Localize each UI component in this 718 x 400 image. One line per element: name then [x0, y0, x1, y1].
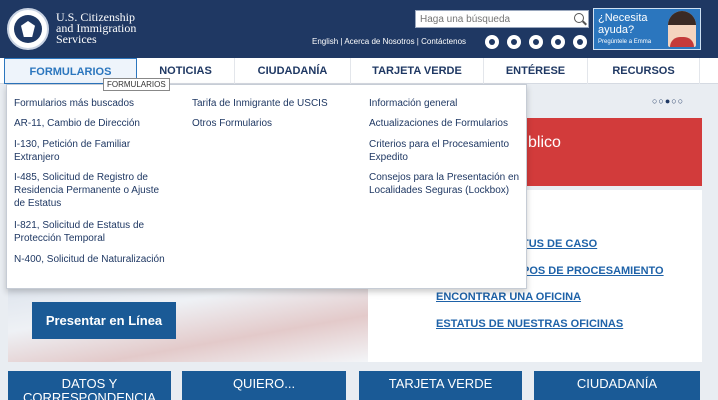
nav-ciudadania[interactable]: CIUDADANÍA — [235, 58, 351, 84]
link-estatus-caso[interactable]: TUS DE CASO — [522, 238, 597, 250]
tile-ciudadania[interactable]: CIUDADANÍA — [534, 371, 700, 400]
menu-item-formularios-buscados[interactable]: Formularios más buscados — [14, 97, 174, 110]
link-encontrar-oficina[interactable]: ENCONTRAR UNA OFICINA — [436, 291, 581, 303]
alert-banner[interactable]: blico — [522, 118, 702, 186]
emma-avatar — [668, 11, 696, 47]
menu-item-i485[interactable]: I-485, Solicitud de Registro de Residenc… — [14, 171, 172, 210]
site-header: U.S. Citizenship and Immigration Service… — [0, 0, 718, 58]
twitter-icon[interactable] — [507, 35, 521, 49]
nav-recursos[interactable]: RECURSOS — [588, 58, 700, 84]
menu-item-lockbox[interactable]: Consejos para la Presentación en Localid… — [369, 171, 524, 197]
tile-datos-correspondencia[interactable]: DATOS Y CORRESPONDENCIA — [8, 371, 171, 400]
menu-item-otros-formularios[interactable]: Otros Formularios — [192, 117, 362, 130]
nav-tarjeta-verde[interactable]: TARJETA VERDE — [351, 58, 484, 84]
search-box — [415, 10, 589, 28]
menu-item-actualizaciones[interactable]: Actualizaciones de Formularios — [369, 117, 524, 130]
site-title[interactable]: U.S. Citizenship and Immigration Service… — [56, 11, 136, 46]
facebook-icon[interactable] — [485, 35, 499, 49]
emma-question: ¿Necesita ayuda? — [598, 12, 648, 36]
carousel-dots[interactable]: ○○●○○ — [652, 96, 684, 106]
formularios-dropdown-menu: Formularios más buscados AR-11, Cambio d… — [6, 84, 527, 289]
nav-enterese[interactable]: ENTÉRESE — [484, 58, 588, 84]
tile-quiero[interactable]: QUIERO... — [182, 371, 346, 400]
dhs-seal-logo[interactable] — [7, 8, 49, 50]
menu-item-ar11[interactable]: AR-11, Cambio de Dirección — [14, 117, 174, 130]
menu-item-i130[interactable]: I-130, Petición de Familiar Extranjero — [14, 138, 174, 164]
presentar-en-linea-button[interactable]: Presentar en Línea — [32, 302, 176, 339]
site-title-line3: Services — [56, 32, 97, 46]
link-estatus-oficinas[interactable]: ESTATUS DE NUESTRAS OFICINAS — [436, 318, 623, 330]
search-icon[interactable] — [574, 13, 584, 23]
menu-item-n400[interactable]: N-400, Solicitud de Naturalización — [14, 253, 174, 266]
instagram-icon[interactable] — [529, 35, 543, 49]
utility-links[interactable]: English | Acerca de Nosotros | Contácten… — [312, 37, 466, 46]
menu-item-procesamiento-expedito[interactable]: Criterios para el Procesamiento Expedito — [369, 138, 524, 164]
emma-question-line2: ayuda? — [598, 24, 635, 36]
nav-tooltip: FORMULARIOS — [103, 78, 170, 91]
youtube-icon[interactable] — [551, 35, 565, 49]
menu-item-tarifa-inmigrante[interactable]: Tarifa de Inmigrante de USCIS — [192, 97, 362, 110]
link-tiempos-procesamiento[interactable]: POS DE PROCESAMIENTO — [522, 265, 664, 277]
menu-item-informacion-general[interactable]: Información general — [369, 97, 524, 110]
ask-emma-widget[interactable]: ¿Necesita ayuda? Pregúntele a Emma — [593, 8, 701, 50]
emma-subtitle: Pregúntele a Emma — [598, 39, 652, 45]
menu-item-i821[interactable]: I-821, Solicitud de Estatus de Protecció… — [14, 219, 174, 245]
alert-banner-text: blico — [528, 134, 561, 151]
emma-question-line1: ¿Necesita — [598, 12, 648, 24]
email-icon[interactable] — [573, 35, 587, 49]
search-input[interactable] — [416, 11, 566, 27]
tile-tarjeta-verde[interactable]: TARJETA VERDE — [359, 371, 522, 400]
